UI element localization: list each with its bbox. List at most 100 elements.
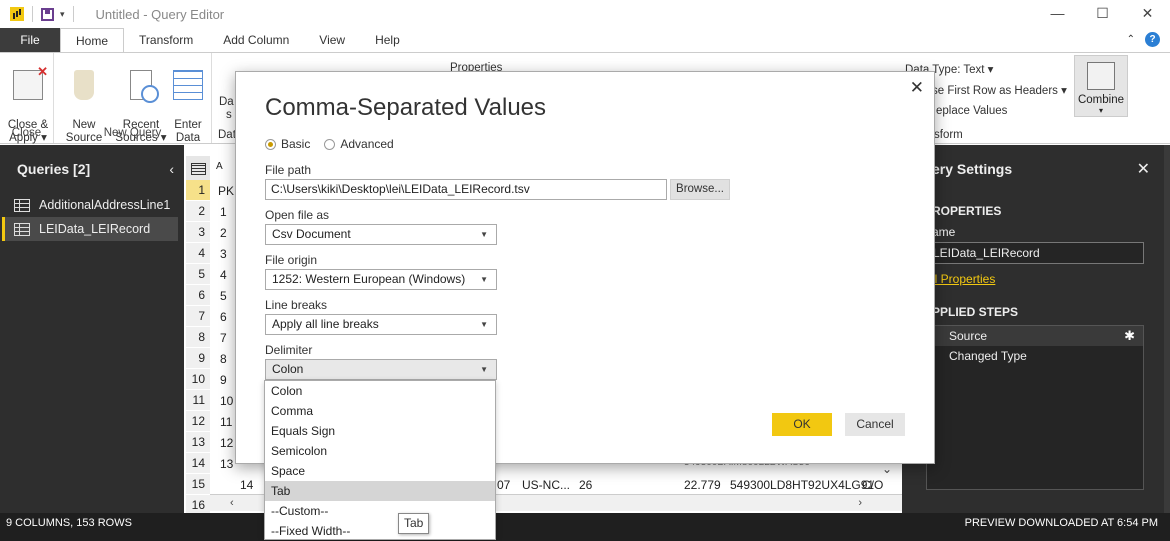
query-settings-pane: ery Settings ✕ ROPERTIES ame LEIData_LEI… [902,145,1170,513]
row-number[interactable]: 2 [186,201,210,222]
tab-help[interactable]: Help [360,28,415,52]
new-source-button[interactable]: New Source ▾ [62,57,106,158]
grid-cell[interactable]: 4 [220,268,227,282]
row-number[interactable]: 12 [186,411,210,432]
line-breaks-select[interactable]: Apply all line breaks ▼ [265,314,497,335]
row-number[interactable]: 11 [186,390,210,411]
close-icon[interactable]: ✕ [910,78,924,98]
grid-cell[interactable]: PK [218,184,234,198]
grid-cell[interactable]: 22.779 [684,478,721,492]
grid-cell[interactable]: 07 [497,478,510,492]
collapse-ribbon-icon[interactable]: ⌃ [1127,34,1135,45]
delimiter-option-equals-sign[interactable]: Equals Sign [265,421,495,441]
close-icon[interactable]: ✕ [1137,159,1150,179]
delimiter-select[interactable]: Colon ▼ [265,359,497,380]
gear-icon[interactable]: ✱ [1124,326,1135,346]
row-number[interactable]: 15 [186,474,210,495]
tab-home[interactable]: Home [60,28,125,53]
collapse-pane-icon[interactable]: ‹ [169,161,174,177]
tab-view[interactable]: View [304,28,360,52]
row-number[interactable]: 3 [186,222,210,243]
open-as-select[interactable]: Csv Document ▼ [265,224,497,245]
row-number[interactable]: 1 [186,180,210,201]
group-label-new-query: New Query [103,127,162,139]
grid-cell[interactable]: 12 [220,436,233,450]
delimiter-option-colon[interactable]: Colon [265,381,495,401]
close-window-button[interactable]: ✕ [1125,0,1170,26]
ok-button[interactable]: OK [772,413,832,436]
table-icon [14,198,30,212]
row-number[interactable]: 14 [186,453,210,474]
scroll-left-icon[interactable]: ‹ [230,497,234,509]
row-number[interactable]: 7 [186,306,210,327]
grid-cell[interactable]: 11 [220,415,232,429]
combine-caret-icon: ▾ [1098,106,1103,115]
cancel-button[interactable]: Cancel [845,413,905,436]
help-icon[interactable]: ? [1145,32,1160,47]
quick-access-chevron-icon[interactable]: ▾ [60,9,65,20]
radio-advanced-label[interactable]: Advanced [340,137,393,151]
queries-pane: Queries [2] ‹ AdditionalAddressLine1 LEI… [0,145,184,513]
row-number[interactable]: 10 [186,369,210,390]
grid-cell[interactable]: 8 [220,352,227,366]
grid-cell[interactable]: 6 [220,310,227,324]
grid-cell[interactable]: 26 [579,478,592,492]
tab-file[interactable]: File [0,28,60,52]
grid-cell[interactable]: 549300LD8HT92UX4LG91 [730,478,874,492]
grid-cell[interactable]: C/O [862,478,883,492]
browse-button[interactable]: Browse... [670,179,730,200]
ribbon-partial-label: Da [219,96,234,108]
table-menu-icon[interactable] [186,156,210,180]
use-first-row-headers-button[interactable]: se First Row as Headers ▾ [932,83,1067,97]
grid-cell[interactable]: 14 [240,478,253,492]
grid-cell[interactable]: US-NC... [522,478,570,492]
grid-cell[interactable]: 10 [220,394,233,408]
radio-advanced[interactable] [324,138,336,150]
combine-button[interactable]: Combine ▾ [1074,55,1128,117]
column-type-indicator[interactable]: A [216,161,223,172]
row-column-count: 9 COLUMNS, 153 ROWS [6,517,132,529]
query-name-input[interactable]: LEIData_LEIRecord [926,242,1144,264]
tab-add-column[interactable]: Add Column [208,28,304,52]
scroll-down-icon[interactable]: ⌄ [882,462,892,476]
grid-cell[interactable]: 2 [220,226,227,240]
file-origin-select[interactable]: 1252: Western European (Windows) ▼ [265,269,497,290]
vertical-scrollbar[interactable] [1164,145,1170,513]
step-source[interactable]: Source ✱ [927,326,1143,346]
grid-cell[interactable]: 3 [220,247,227,261]
row-number[interactable]: 9 [186,348,210,369]
group-label-close: Close [11,127,42,139]
delimiter-option-fixed-width[interactable]: --Fixed Width-- [265,521,495,541]
grid-cell[interactable]: 9 [220,373,227,387]
row-number[interactable]: 6 [186,285,210,306]
tab-transform[interactable]: Transform [124,28,208,52]
replace-values-button[interactable]: eplace Values [936,105,1007,117]
preview-downloaded-time: PREVIEW DOWNLOADED AT 6:54 PM [964,517,1158,529]
row-number[interactable]: 4 [186,243,210,264]
minimize-button[interactable]: — [1035,0,1080,26]
all-properties-link[interactable]: ll Properties [932,272,995,286]
radio-basic[interactable] [265,138,276,150]
row-number[interactable]: 5 [186,264,210,285]
scroll-right-icon[interactable]: › [858,497,862,509]
delimiter-option-comma[interactable]: Comma [265,401,495,421]
grid-cell[interactable]: 1 [220,205,227,219]
chevron-down-icon: ▼ [480,320,488,329]
grid-cell[interactable]: 5 [220,289,227,303]
maximize-button[interactable]: ☐ [1080,0,1125,26]
file-path-input[interactable]: C:\Users\kiki\Desktop\lei\LEIData_LEIRec… [265,179,667,200]
step-changed-type[interactable]: Changed Type [927,346,1143,366]
delimiter-option-tab[interactable]: Tab [265,481,495,501]
save-icon[interactable] [41,7,54,21]
grid-cell[interactable]: 13 [220,457,233,471]
query-item-leidata-leirecord[interactable]: LEIData_LEIRecord [2,217,178,241]
delimiter-option-custom[interactable]: --Custom-- [265,501,495,521]
query-item-additionaladdressline1[interactable]: AdditionalAddressLine1 [2,193,178,217]
delimiter-option-space[interactable]: Space [265,461,495,481]
delimiter-option-semicolon[interactable]: Semicolon [265,441,495,461]
row-number[interactable]: 8 [186,327,210,348]
row-number[interactable]: 13 [186,432,210,453]
table-icon [173,70,203,100]
radio-basic-label[interactable]: Basic [281,137,310,151]
grid-cell[interactable]: 7 [220,331,227,345]
